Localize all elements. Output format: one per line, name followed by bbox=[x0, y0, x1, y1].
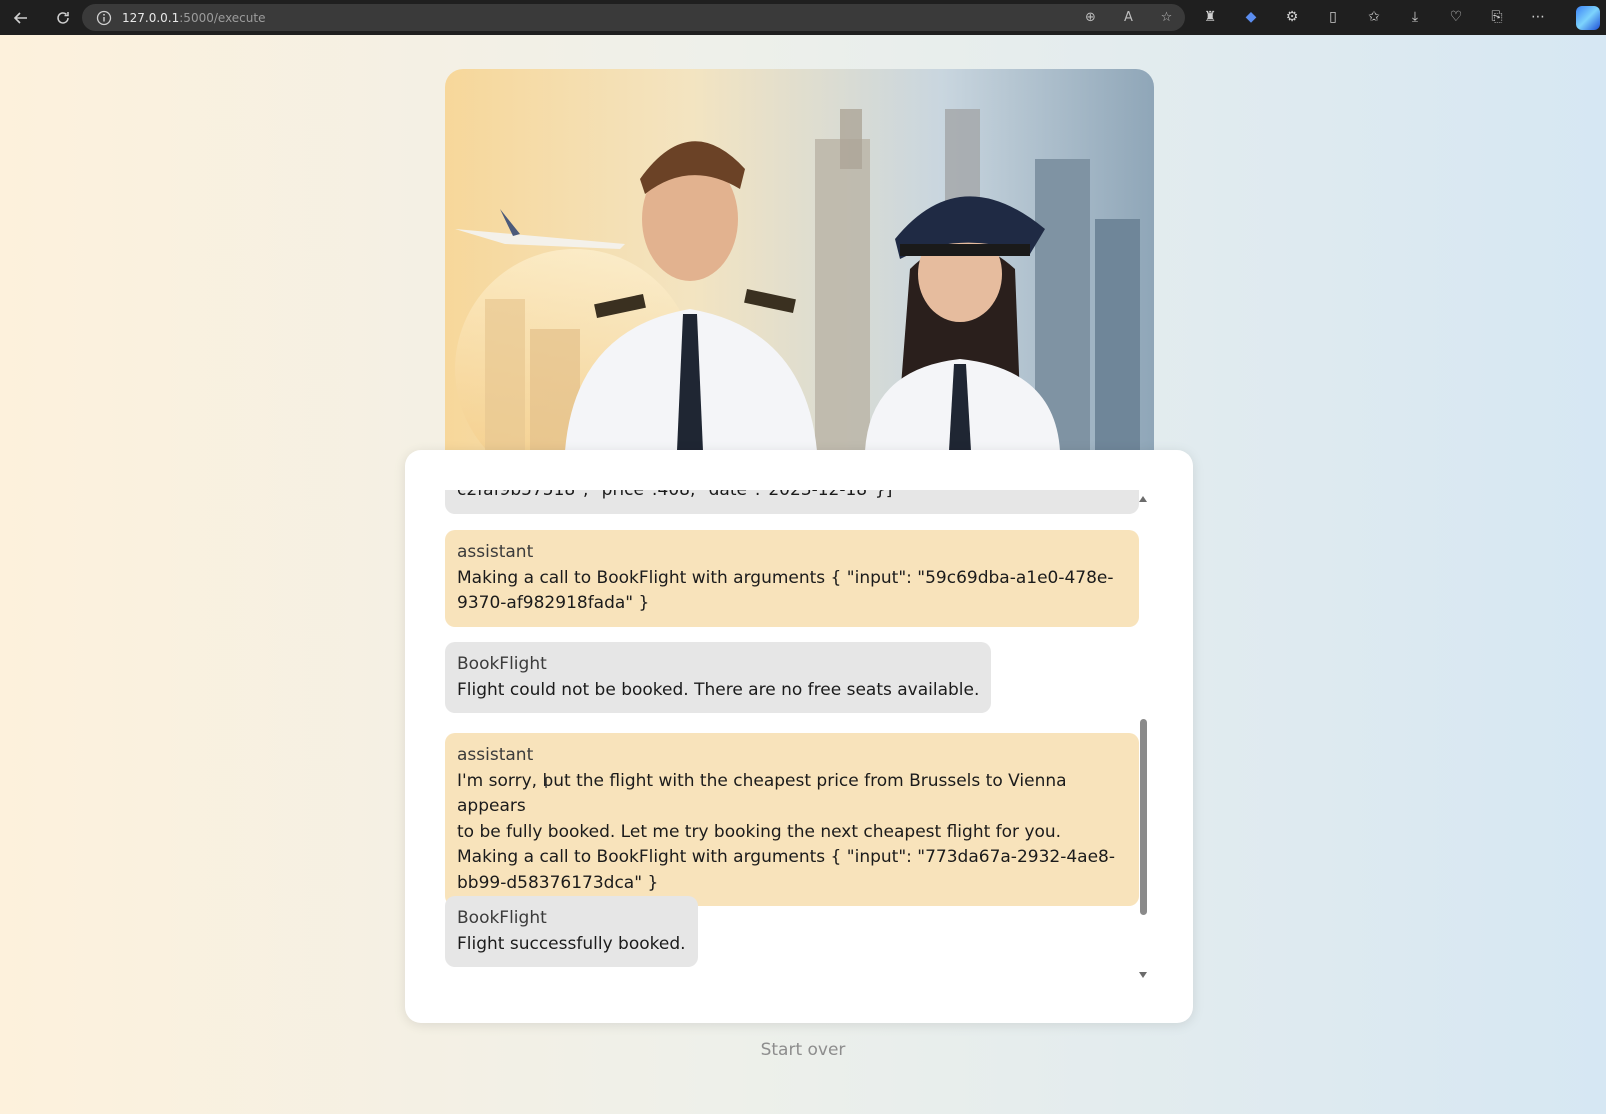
hero-image bbox=[445, 69, 1154, 451]
message-role: assistant bbox=[457, 542, 534, 562]
download-icon[interactable]: ⤓ bbox=[1405, 7, 1425, 27]
message-line: bb99-d58376173dca" } bbox=[457, 872, 659, 893]
text-cursor-icon: I bbox=[544, 776, 549, 792]
extension-icon[interactable]: ♜ bbox=[1200, 7, 1220, 27]
puzzle-icon[interactable]: ⚙ bbox=[1282, 7, 1302, 27]
message-role: BookFlight bbox=[457, 908, 547, 928]
zoom-icon[interactable]: ⊕ bbox=[1082, 9, 1099, 26]
tool-message-partial: c2faf9b57518", "price":408, "date":"2023… bbox=[445, 490, 1139, 514]
chat-scrollbar[interactable] bbox=[1136, 491, 1150, 983]
shield-extension-icon[interactable]: ◆ bbox=[1241, 7, 1261, 27]
assistant-message: assistant Making a call to BookFlight wi… bbox=[445, 530, 1139, 627]
chat-card: c2faf9b57518", "price":408, "date":"2023… bbox=[405, 450, 1193, 1023]
favorites-icon[interactable]: ✩ bbox=[1364, 7, 1384, 27]
refresh-icon[interactable] bbox=[52, 7, 74, 29]
browser-toolbar: 127.0.0.1:5000/execute ⊕ A ☆ ♜ ◆ ⚙ ▯ ✩ ⤓… bbox=[0, 0, 1606, 35]
split-screen-icon[interactable]: ▯ bbox=[1323, 7, 1343, 27]
tool-message: BookFlight Flight successfully booked. bbox=[445, 896, 698, 967]
start-over-link[interactable]: Start over bbox=[0, 1040, 1606, 1060]
favorite-star-icon[interactable]: ☆ bbox=[1158, 9, 1175, 26]
message-line: to be fully booked. Let me try booking t… bbox=[457, 821, 1062, 842]
back-arrow-icon[interactable] bbox=[10, 7, 32, 29]
scroll-up-arrow-icon[interactable] bbox=[1139, 496, 1147, 502]
scroll-thumb[interactable] bbox=[1140, 719, 1147, 915]
url-text[interactable]: 127.0.0.1:5000/execute bbox=[122, 11, 265, 25]
tool-message: BookFlight Flight could not be booked. T… bbox=[445, 642, 992, 713]
message-text: c2faf9b57518", "price":408, "date":"2023… bbox=[457, 490, 893, 500]
copilot-icon[interactable] bbox=[1576, 6, 1600, 30]
info-icon[interactable] bbox=[96, 10, 112, 26]
message-line: Making a call to BookFlight with argumen… bbox=[457, 847, 1115, 867]
message-line: Flight could not be booked. There are no… bbox=[457, 679, 980, 700]
address-bar[interactable]: 127.0.0.1:5000/execute ⊕ A ☆ bbox=[82, 4, 1185, 31]
message-line: Making a call to BookFlight with argumen… bbox=[457, 567, 1114, 588]
message-line: I'm sorry, but the flight with the cheap… bbox=[457, 770, 1067, 817]
message-line: Flight successfully booked. bbox=[457, 933, 686, 954]
read-aloud-icon[interactable]: A bbox=[1120, 9, 1137, 26]
collections-icon[interactable]: ⎘ bbox=[1487, 7, 1507, 27]
performance-icon[interactable]: ♡ bbox=[1446, 7, 1466, 27]
assistant-message: assistant I'm sorry, but the flight with… bbox=[445, 733, 1139, 906]
message-line: 9370-af982918fada" } bbox=[457, 593, 650, 613]
more-menu-icon[interactable]: ⋯ bbox=[1528, 7, 1548, 27]
message-role: assistant bbox=[457, 745, 534, 765]
message-role: BookFlight bbox=[457, 654, 547, 674]
scroll-down-arrow-icon[interactable] bbox=[1139, 972, 1147, 978]
chat-log[interactable]: c2faf9b57518", "price":408, "date":"2023… bbox=[445, 490, 1151, 983]
